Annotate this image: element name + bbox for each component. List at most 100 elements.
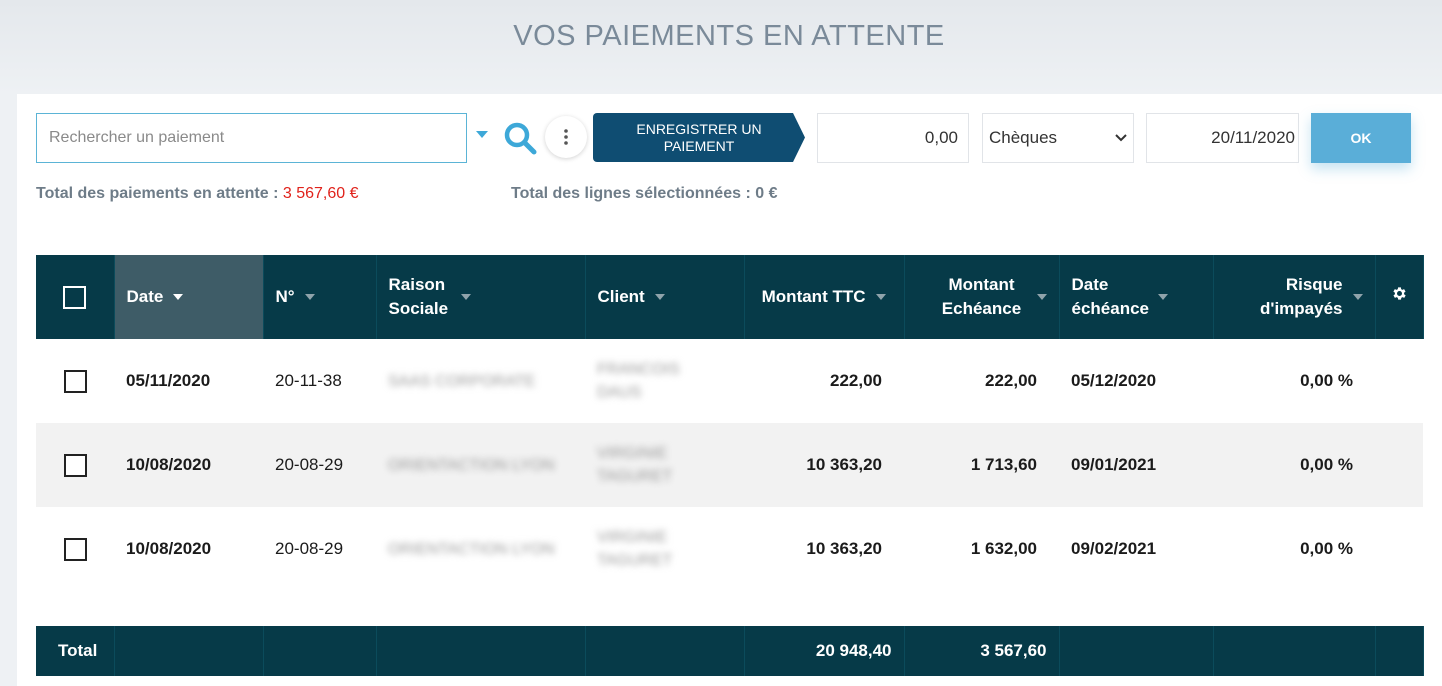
column-header-label: Montant Echéance bbox=[941, 275, 1022, 318]
cell-amount-ttc: 10 363,20 bbox=[806, 455, 882, 474]
row-select-cell bbox=[36, 339, 114, 423]
payments-table: Date N° Raison Sociale Client Montant TT… bbox=[36, 255, 1424, 676]
table-row[interactable]: 10/08/2020 20-08-29 ORIENTACTION LYON VI… bbox=[36, 507, 1423, 591]
cell-empty bbox=[1375, 423, 1423, 507]
table-row[interactable]: 05/11/2020 20-11-38 SAAS CORPORATE FRANC… bbox=[36, 339, 1423, 423]
column-header-label: Client bbox=[597, 287, 645, 306]
cell-empty bbox=[1375, 507, 1423, 591]
row-checkbox[interactable] bbox=[63, 453, 87, 477]
select-all-checkbox[interactable] bbox=[63, 286, 87, 309]
pending-total-label: Total des paiements en attente : bbox=[36, 185, 279, 202]
blurred-client: FRANCOIS DAUS bbox=[597, 361, 680, 401]
cell-risk: 0,00 % bbox=[1300, 455, 1353, 474]
row-checkbox[interactable] bbox=[63, 369, 87, 393]
column-header-number[interactable]: N° bbox=[263, 255, 377, 339]
search-input[interactable] bbox=[37, 114, 466, 162]
footer-amount-due: 3 567,60 bbox=[904, 626, 1060, 676]
table-spacer bbox=[36, 591, 1423, 626]
cell-number: 20-11-38 bbox=[275, 371, 342, 390]
vertical-dots-icon bbox=[564, 129, 568, 145]
payment-method-select[interactable]: Chèques bbox=[982, 113, 1134, 163]
footer-empty bbox=[1059, 626, 1214, 676]
settings-cell bbox=[1375, 255, 1424, 339]
cell-client: VIRGINIE TAGURET bbox=[585, 423, 744, 507]
search-field[interactable] bbox=[36, 113, 467, 163]
search-icon[interactable] bbox=[502, 120, 538, 156]
blurred-company: ORIENTACTION LYON bbox=[388, 456, 555, 474]
blurred-client: VIRGINIE TAGURET bbox=[597, 529, 673, 569]
sort-caret-icon bbox=[173, 294, 184, 300]
cell-company: ORIENTACTION LYON bbox=[376, 507, 585, 591]
column-header-label: Date bbox=[126, 287, 164, 306]
sort-caret-icon bbox=[1352, 294, 1363, 300]
page-title: VOS PAIEMENTS EN ATTENTE bbox=[513, 20, 945, 52]
column-header-label: Date échéance bbox=[1071, 275, 1150, 318]
column-header-label: Montant TTC bbox=[761, 287, 866, 306]
ok-button[interactable]: OK bbox=[1311, 113, 1411, 163]
cell-amount-due: 222,00 bbox=[985, 371, 1037, 390]
table-footer-row: Total 20 948,40 3 567,60 bbox=[36, 626, 1424, 676]
pending-total-value: 3 567,60 € bbox=[282, 185, 359, 202]
footer-empty bbox=[114, 626, 264, 676]
column-header-label: N° bbox=[275, 287, 295, 306]
payments-panel: ENREGISTRER UN PAIEMENT Chèques OK Total… bbox=[17, 94, 1442, 686]
register-payment-button[interactable]: ENREGISTRER UN PAIEMENT bbox=[593, 113, 805, 162]
column-header-risk[interactable]: Risque d'impayés bbox=[1213, 255, 1376, 339]
column-header-amount-ttc[interactable]: Montant TTC bbox=[744, 255, 905, 339]
cell-date: 10/08/2020 bbox=[126, 455, 212, 474]
blurred-company: ORIENTACTION LYON bbox=[388, 540, 555, 558]
cell-due-date: 09/01/2021 bbox=[1071, 455, 1157, 474]
row-select-cell bbox=[36, 507, 114, 591]
sort-caret-icon bbox=[654, 294, 665, 300]
chevron-down-icon bbox=[1115, 134, 1127, 142]
row-checkbox[interactable] bbox=[63, 537, 87, 561]
spacer-cell bbox=[36, 591, 1423, 626]
sort-caret-icon bbox=[304, 294, 315, 300]
search-dropdown-caret-icon[interactable] bbox=[476, 131, 488, 138]
cell-date: 10/08/2020 bbox=[126, 539, 212, 558]
cell-number: 20-08-29 bbox=[275, 455, 344, 474]
blurred-company: SAAS CORPORATE bbox=[388, 372, 536, 390]
row-select-cell bbox=[36, 423, 114, 507]
footer-empty bbox=[1375, 626, 1424, 676]
cell-client: FRANCOIS DAUS bbox=[585, 339, 744, 423]
sort-caret-icon bbox=[460, 294, 471, 300]
payment-method-value: Chèques bbox=[989, 128, 1058, 147]
cell-risk: 0,00 % bbox=[1300, 539, 1353, 558]
footer-empty bbox=[376, 626, 586, 676]
footer-empty bbox=[263, 626, 377, 676]
select-all-cell bbox=[36, 255, 115, 339]
footer-empty bbox=[585, 626, 745, 676]
column-header-date[interactable]: Date bbox=[114, 255, 264, 339]
cell-date: 05/11/2020 bbox=[126, 371, 211, 390]
selected-total-value: 0 € bbox=[755, 185, 778, 202]
cell-number: 20-08-29 bbox=[275, 539, 344, 558]
cell-company: ORIENTACTION LYON bbox=[376, 423, 585, 507]
footer-total-label: Total bbox=[36, 626, 115, 676]
date-field[interactable] bbox=[1146, 113, 1299, 163]
pending-total: Total des paiements en attente : 3 567,6… bbox=[36, 185, 359, 203]
selected-total-label: Total des lignes sélectionnées : bbox=[511, 185, 751, 202]
column-header-client[interactable]: Client bbox=[585, 255, 745, 339]
column-header-amount-due[interactable]: Montant Echéance bbox=[904, 255, 1060, 339]
more-options-button[interactable] bbox=[545, 116, 587, 158]
amount-field[interactable] bbox=[817, 113, 969, 163]
blurred-client: VIRGINIE TAGURET bbox=[597, 445, 673, 485]
gear-icon[interactable] bbox=[1391, 285, 1408, 302]
sort-caret-icon bbox=[875, 294, 886, 300]
sort-caret-icon bbox=[1036, 294, 1047, 300]
cell-empty bbox=[1375, 339, 1423, 423]
cell-amount-ttc: 222,00 bbox=[830, 371, 882, 390]
column-header-company[interactable]: Raison Sociale bbox=[376, 255, 586, 339]
table-header-row: Date N° Raison Sociale Client Montant TT… bbox=[36, 255, 1424, 339]
cell-due-date: 09/02/2021 bbox=[1071, 539, 1157, 558]
column-header-label: Risque d'impayés bbox=[1260, 275, 1343, 318]
table-row[interactable]: 10/08/2020 20-08-29 ORIENTACTION LYON VI… bbox=[36, 423, 1423, 507]
sort-caret-icon bbox=[1157, 294, 1168, 300]
cell-company: SAAS CORPORATE bbox=[376, 339, 585, 423]
cell-risk: 0,00 % bbox=[1300, 371, 1353, 390]
column-header-label: Raison Sociale bbox=[388, 275, 449, 318]
cell-due-date: 05/12/2020 bbox=[1071, 371, 1157, 390]
cell-amount-due: 1 632,00 bbox=[970, 539, 1037, 558]
column-header-due-date[interactable]: Date échéance bbox=[1059, 255, 1214, 339]
